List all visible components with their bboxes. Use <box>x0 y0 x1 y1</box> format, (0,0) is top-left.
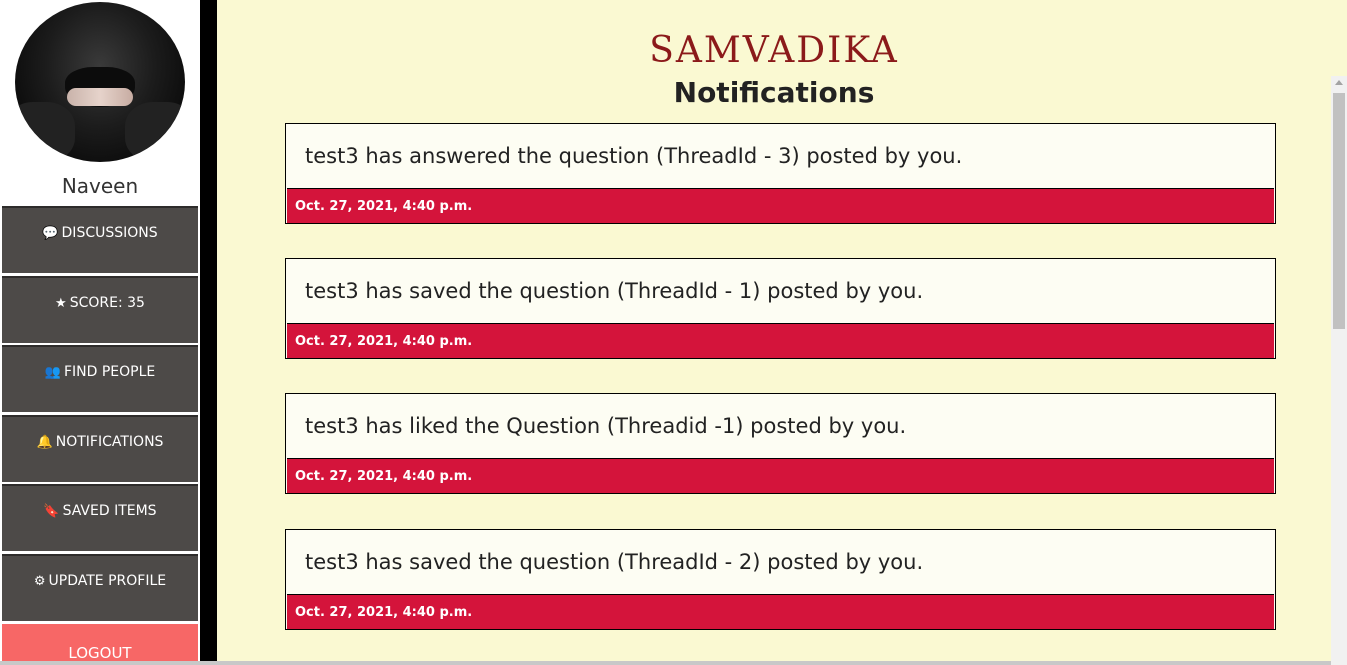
scrollbar-thumb[interactable] <box>1333 93 1345 329</box>
bookmark-icon: 🔖 <box>43 504 60 519</box>
notification-card[interactable]: test3 has saved the question (ThreadId -… <box>285 258 1276 359</box>
nav-update-profile-label: UPDATE PROFILE <box>48 573 167 589</box>
users-icon: 👥 <box>44 365 61 380</box>
notification-card[interactable]: test3 has saved the question (ThreadId -… <box>285 529 1276 630</box>
vertical-scrollbar[interactable] <box>1331 76 1347 665</box>
notification-card[interactable]: test3 has answered the question (ThreadI… <box>285 123 1276 224</box>
brand-logo[interactable]: SAMVADIKA <box>217 30 1331 71</box>
horizontal-scrollbar[interactable] <box>0 661 1331 665</box>
avatar[interactable] <box>15 2 185 162</box>
nav-notifications-label: NOTIFICATIONS <box>55 434 164 450</box>
nav-saved-items-label: SAVED ITEMS <box>62 503 157 519</box>
notification-timestamp: Oct. 27, 2021, 4:40 p.m. <box>295 199 473 214</box>
page-title: Notifications <box>673 76 875 109</box>
gear-icon: ⚙ <box>33 574 46 589</box>
nav-find-people[interactable]: 👥 FIND PEOPLE <box>2 345 198 412</box>
notification-message: test3 has answered the question (ThreadI… <box>305 144 963 168</box>
notification-timestamp-bar: Oct. 27, 2021, 4:40 p.m. <box>287 458 1274 493</box>
sidebar: Naveen 💬 DISCUSSIONS ★ SCORE: 35 👥 FIND PEO… <box>0 0 217 665</box>
notification-card[interactable]: test3 has liked the Question (Threadid -… <box>285 393 1276 494</box>
avatar-left-arm <box>15 102 75 162</box>
avatar-right-arm <box>125 102 185 162</box>
comment-icon: 💬 <box>42 226 59 241</box>
bell-icon: 🔔 <box>36 435 53 450</box>
nav-find-people-label: FIND PEOPLE <box>63 364 156 380</box>
nav-discussions[interactable]: 💬 DISCUSSIONS <box>2 206 198 273</box>
nav-score-label: SCORE: 35 <box>69 295 145 311</box>
nav-discussions-label: DISCUSSIONS <box>61 225 158 241</box>
notification-timestamp-bar: Oct. 27, 2021, 4:40 p.m. <box>287 323 1274 358</box>
nav-update-profile[interactable]: ⚙ UPDATE PROFILE <box>2 554 198 621</box>
username: Naveen <box>61 174 139 198</box>
notification-message: test3 has saved the question (ThreadId -… <box>305 550 924 574</box>
notification-timestamp-bar: Oct. 27, 2021, 4:40 p.m. <box>287 594 1274 629</box>
notification-timestamp: Oct. 27, 2021, 4:40 p.m. <box>295 334 473 349</box>
notification-message: test3 has liked the Question (Threadid -… <box>305 414 907 438</box>
logout-button[interactable]: LOGOUT <box>2 624 198 665</box>
star-icon: ★ <box>55 296 67 311</box>
nav-saved-items[interactable]: 🔖 SAVED ITEMS <box>2 484 198 551</box>
notification-timestamp: Oct. 27, 2021, 4:40 p.m. <box>295 469 473 484</box>
nav-notifications[interactable]: 🔔 NOTIFICATIONS <box>2 415 198 482</box>
notification-message: test3 has saved the question (ThreadId -… <box>305 279 924 303</box>
nav-score[interactable]: ★ SCORE: 35 <box>2 276 198 343</box>
notification-timestamp: Oct. 27, 2021, 4:40 p.m. <box>295 605 473 620</box>
avatar-hands <box>67 88 133 106</box>
notification-timestamp-bar: Oct. 27, 2021, 4:40 p.m. <box>287 188 1274 223</box>
scroll-up-arrow-icon[interactable] <box>1335 80 1343 85</box>
